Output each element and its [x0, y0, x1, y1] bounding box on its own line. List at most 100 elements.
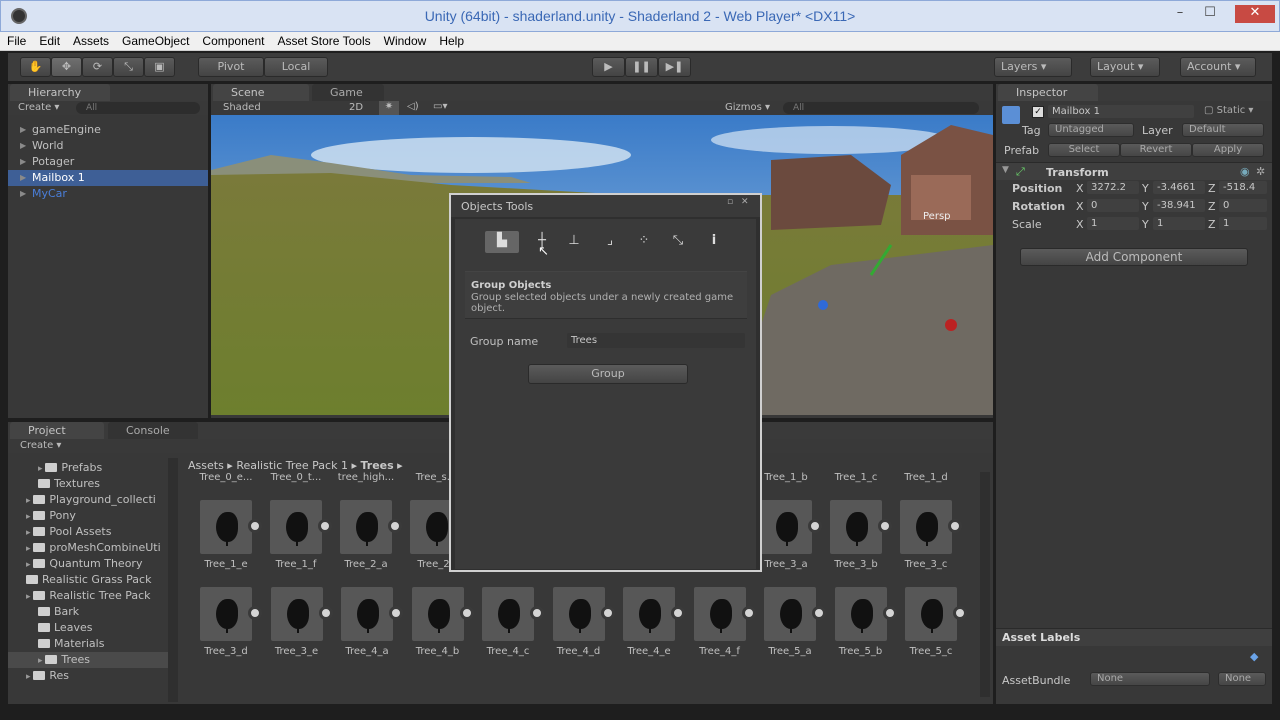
minimize-button[interactable]: – — [1167, 5, 1193, 23]
tree-asset-thumbnail[interactable] — [270, 500, 332, 554]
hierarchy-item[interactable]: ▶ MyCar — [8, 186, 208, 202]
objects-tools-menu-icon[interactable]: ▫ — [727, 197, 733, 207]
object-name-field[interactable]: Mailbox 1 — [1048, 105, 1194, 118]
assetbundle-dropdown[interactable]: None — [1090, 672, 1210, 686]
position-z-field[interactable]: -518.4 — [1219, 181, 1267, 194]
local-toggle[interactable]: Local — [264, 57, 328, 77]
scale-tool-icon[interactable]: ⤡ — [113, 57, 144, 77]
maximize-button[interactable]: ☐ — [1197, 5, 1223, 23]
folder-item[interactable]: ▸ Quantum Theory — [26, 556, 168, 572]
scene-search-input[interactable]: All — [783, 102, 979, 114]
rect-tool-icon[interactable]: ▣ — [144, 57, 175, 77]
expand-prefab-icon[interactable] — [248, 519, 262, 533]
expand-prefab-icon[interactable] — [459, 606, 474, 620]
tab-project[interactable]: Project — [10, 422, 104, 439]
menu-file[interactable]: File — [0, 32, 32, 48]
add-component-button[interactable]: Add Component — [1020, 248, 1248, 266]
effects-icon[interactable]: ▭▾ — [433, 101, 447, 112]
tree-asset-thumbnail[interactable] — [834, 587, 897, 641]
transform-copy-tool-icon[interactable]: ⤡ — [663, 231, 693, 253]
group-name-input[interactable]: Trees — [567, 333, 745, 348]
folder-item[interactable]: ▸ Res — [26, 668, 168, 684]
help-icon[interactable]: ◉ — [1240, 165, 1250, 178]
menu-assets[interactable]: Assets — [66, 32, 115, 48]
menu-component[interactable]: Component — [195, 32, 270, 48]
expand-prefab-icon[interactable] — [882, 606, 897, 620]
expand-prefab-icon[interactable] — [741, 606, 756, 620]
tree-asset-thumbnail[interactable] — [760, 500, 822, 554]
tree-asset-thumbnail[interactable] — [764, 587, 826, 641]
tree-asset-thumbnail[interactable] — [200, 587, 262, 641]
folder-expand-icon[interactable]: ▸ — [26, 592, 33, 602]
tree-asset-thumbnail[interactable] — [623, 587, 685, 641]
align-tool-icon[interactable]: ⌟ — [595, 231, 625, 253]
project-create-dropdown[interactable]: Create ▾ — [20, 440, 61, 451]
folder-item[interactable]: Realistic Grass Pack — [26, 572, 168, 588]
tag-icon[interactable]: ◆ — [1250, 650, 1258, 663]
expand-arrow-icon[interactable]: ▶ — [20, 154, 26, 170]
folder-expand-icon[interactable]: ▸ — [26, 512, 33, 522]
move-tool-icon[interactable]: ✥ — [51, 57, 82, 77]
gear-icon[interactable]: ✲ — [1256, 165, 1265, 178]
hand-tool-icon[interactable]: ✋ — [20, 57, 51, 77]
prefab-revert-button[interactable]: Revert — [1120, 143, 1192, 157]
tree-asset-thumbnail[interactable] — [341, 587, 403, 641]
transform-header[interactable]: ▼ ⤢ Transform ◉ ✲ — [996, 162, 1272, 180]
expand-prefab-icon[interactable] — [389, 606, 403, 620]
tree-asset-thumbnail[interactable] — [905, 587, 967, 641]
scale-y-field[interactable]: 1 — [1153, 217, 1205, 230]
step-button[interactable]: ▶❚ — [658, 57, 691, 77]
folder-expand-icon[interactable]: ▸ — [26, 528, 33, 538]
gizmos-dropdown[interactable]: Gizmos ▾ — [725, 102, 770, 113]
tree-asset-thumbnail[interactable] — [340, 500, 402, 554]
tag-dropdown[interactable]: Untagged — [1048, 123, 1134, 137]
2d-toggle[interactable]: 2D — [349, 102, 363, 113]
folder-item[interactable]: Materials — [38, 636, 168, 652]
tab-game[interactable]: Game — [312, 84, 384, 101]
position-y-field[interactable]: -3.4661 — [1153, 181, 1205, 194]
folder-expand-icon[interactable]: ▸ — [26, 496, 33, 506]
rotation-x-field[interactable]: 0 — [1087, 199, 1139, 212]
folder-tree-scrollbar[interactable] — [168, 458, 178, 702]
pause-button[interactable]: ❚❚ — [625, 57, 658, 77]
expand-prefab-icon[interactable] — [948, 519, 962, 533]
expand-prefab-icon[interactable] — [248, 606, 262, 620]
drop-to-ground-tool-icon[interactable]: ⊥ — [559, 231, 589, 253]
position-x-field[interactable]: 3272.2 — [1087, 181, 1139, 194]
expand-prefab-icon[interactable] — [530, 606, 544, 620]
layers-dropdown[interactable]: Layers ▾ — [994, 57, 1072, 77]
transform-foldout-icon[interactable]: ▼ — [1002, 165, 1009, 175]
tree-asset-thumbnail[interactable] — [830, 500, 892, 554]
close-button[interactable]: ✕ — [1235, 5, 1275, 23]
play-button[interactable]: ▶ — [592, 57, 625, 77]
folder-item[interactable]: Leaves — [38, 620, 168, 636]
tab-scene[interactable]: Scene — [213, 84, 309, 101]
tab-hierarchy[interactable]: Hierarchy — [10, 84, 110, 101]
expand-prefab-icon[interactable] — [318, 519, 332, 533]
hierarchy-search-input[interactable]: All — [76, 102, 200, 114]
folder-expand-icon[interactable]: ▸ — [26, 544, 33, 554]
tree-asset-thumbnail[interactable] — [482, 587, 544, 641]
expand-arrow-icon[interactable]: ▶ — [20, 186, 26, 202]
expand-prefab-icon[interactable] — [600, 606, 615, 620]
expand-prefab-icon[interactable] — [388, 519, 402, 533]
menu-window[interactable]: Window — [377, 32, 433, 48]
layer-dropdown[interactable]: Default — [1182, 123, 1264, 137]
folder-item[interactable]: ▸ proMeshCombineUti — [26, 540, 168, 556]
folder-item[interactable]: ▸ Realistic Tree Pack — [26, 588, 168, 604]
asset-grid-scrollbar[interactable] — [980, 472, 990, 697]
prefab-apply-button[interactable]: Apply — [1192, 143, 1264, 157]
layout-dropdown[interactable]: Layout ▾ — [1090, 57, 1160, 77]
hierarchy-item[interactable]: ▶ Mailbox 1 — [8, 170, 208, 186]
hierarchy-item[interactable]: ▶ Potager — [8, 154, 208, 170]
audio-icon[interactable]: ◁) — [407, 101, 419, 112]
tree-asset-thumbnail[interactable] — [200, 500, 262, 554]
account-dropdown[interactable]: Account ▾ — [1180, 57, 1256, 77]
group-button[interactable]: Group — [528, 364, 688, 384]
expand-prefab-icon[interactable] — [808, 519, 822, 533]
menu-asset-store-tools[interactable]: Asset Store Tools — [270, 32, 376, 48]
folder-item[interactable]: ▸ Trees — [8, 652, 168, 668]
prefab-select-button[interactable]: Select — [1048, 143, 1120, 157]
folder-expand-icon[interactable]: ▸ — [38, 656, 45, 666]
hierarchy-item[interactable]: ▶ gameEngine — [8, 122, 208, 138]
